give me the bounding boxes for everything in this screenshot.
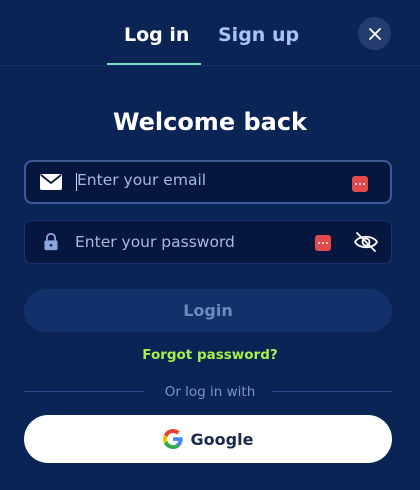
eye-off-icon[interactable] bbox=[353, 231, 379, 253]
password-manager-icon[interactable] bbox=[315, 235, 331, 251]
google-logo-icon bbox=[162, 429, 183, 449]
envelope-icon bbox=[40, 174, 62, 190]
email-input[interactable] bbox=[77, 160, 327, 200]
auth-tabs: Log in Sign up bbox=[0, 0, 420, 66]
google-button-label: Google bbox=[190, 429, 254, 449]
page-title: Welcome back bbox=[112, 108, 308, 136]
forgot-password-link[interactable]: Forgot password? bbox=[0, 347, 420, 363]
login-button[interactable]: Login bbox=[24, 289, 392, 332]
tab-login[interactable]: Log in bbox=[124, 24, 189, 46]
password-manager-icon[interactable] bbox=[352, 176, 368, 192]
password-input[interactable] bbox=[75, 221, 325, 263]
lock-icon bbox=[44, 233, 58, 251]
divider-line bbox=[272, 391, 392, 392]
login-modal: Log in Sign up Welcome back Enter your e… bbox=[0, 0, 420, 490]
divider-label: Or log in with bbox=[164, 384, 256, 400]
close-button[interactable] bbox=[358, 17, 391, 50]
close-icon bbox=[368, 27, 381, 40]
active-tab-indicator bbox=[107, 63, 201, 65]
email-field bbox=[24, 160, 392, 204]
google-login-button[interactable]: Google bbox=[24, 415, 392, 463]
password-field bbox=[24, 220, 392, 264]
tab-signup[interactable]: Sign up bbox=[218, 24, 299, 46]
